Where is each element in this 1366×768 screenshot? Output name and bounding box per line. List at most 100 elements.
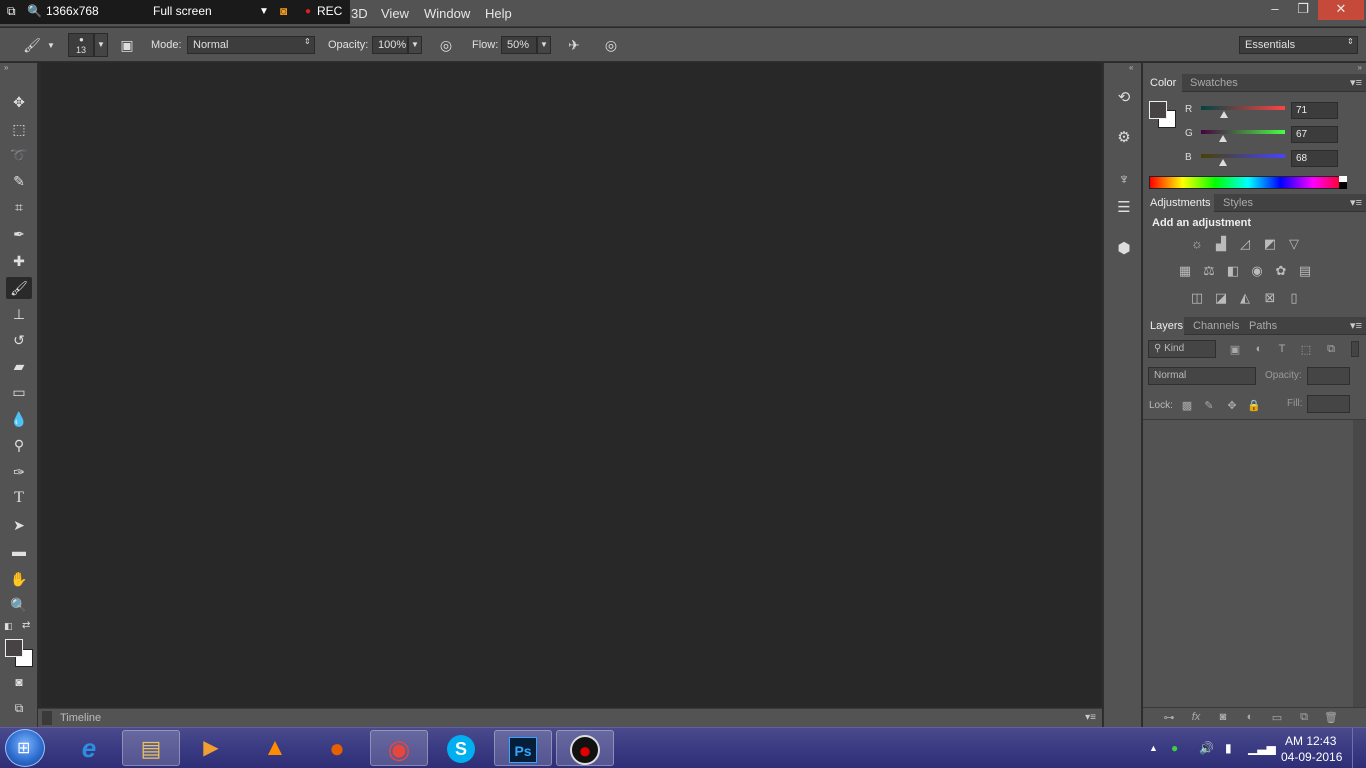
tab-adjustments[interactable]: Adjustments (1150, 197, 1211, 209)
hand-tool-icon[interactable]: ✋ (6, 568, 32, 590)
tab-styles[interactable]: Styles (1223, 197, 1253, 209)
channel-mixer-icon[interactable]: ✿ (1272, 263, 1290, 279)
dodge-tool-icon[interactable]: ⚲ (6, 434, 32, 456)
recorder-mode[interactable]: Full screen (153, 4, 212, 18)
posterize-icon[interactable]: ◪ (1212, 290, 1230, 306)
taskbar-file-explorer[interactable]: ▤ (122, 730, 180, 766)
new-group-icon[interactable]: ▭ (1269, 711, 1285, 724)
red-slider-track[interactable] (1201, 106, 1285, 110)
document-canvas-area[interactable] (41, 63, 1101, 707)
panel-menu-icon[interactable]: ▾≡ (1085, 712, 1096, 723)
panel-menu-icon[interactable]: ▾≡ (1350, 319, 1362, 332)
rec-label[interactable]: REC (317, 4, 342, 18)
brush-settings-icon[interactable]: ☰ (1113, 197, 1135, 219)
red-value-input[interactable]: 71 (1291, 102, 1338, 119)
new-adjustment-layer-icon[interactable]: ◐ (1242, 711, 1258, 723)
new-layer-icon[interactable]: ⧉ (1296, 711, 1312, 724)
brush-tool-icon[interactable]: 🖌 (6, 277, 32, 299)
filter-pixel-icon[interactable]: ▣ (1227, 343, 1243, 356)
collapse-panels-icon[interactable]: » (1358, 63, 1362, 72)
rectangle-tool-icon[interactable]: ▬ (6, 540, 32, 562)
menu-help[interactable]: Help (485, 6, 512, 21)
menu-view[interactable]: View (381, 6, 409, 21)
lock-transparent-icon[interactable]: ▩ (1179, 399, 1195, 412)
layer-filter-kind-select[interactable]: ⚲ Kind (1148, 340, 1216, 358)
green-slider-track[interactable] (1201, 130, 1285, 134)
tab-swatches[interactable]: Swatches (1190, 77, 1238, 89)
black-white-icon[interactable]: ◧ (1224, 263, 1242, 279)
filter-type-icon[interactable]: T (1274, 343, 1290, 355)
screen-mode-icon[interactable]: ⧉ (6, 697, 32, 719)
tab-paths[interactable]: Paths (1249, 320, 1277, 332)
eyedropper-tool-icon[interactable]: ✒ (6, 223, 32, 245)
link-layers-icon[interactable]: ⊶ (1161, 711, 1177, 724)
lasso-tool-icon[interactable]: ➰ (6, 144, 32, 166)
signal-icon[interactable]: ▁▃▅ (1248, 741, 1276, 755)
taskbar-internet-explorer[interactable]: e (60, 730, 118, 766)
taskbar-vlc[interactable]: ▲ (246, 730, 304, 766)
camera-icon[interactable]: ◙ (280, 4, 287, 18)
taskbar-media-player[interactable]: ▶ (182, 730, 240, 766)
curves-icon[interactable]: ◿ (1236, 236, 1254, 252)
taskbar-skype[interactable]: S (432, 730, 490, 766)
opacity-dropdown-arrow[interactable]: ▼ (408, 36, 422, 54)
layers-list[interactable] (1143, 420, 1353, 707)
type-tool-icon[interactable]: T (6, 487, 32, 509)
vibrance-icon[interactable]: ▽ (1285, 236, 1303, 252)
brightness-contrast-icon[interactable]: ☼ (1188, 236, 1206, 252)
clone-stamp-tool-icon[interactable]: ⊥ (6, 303, 32, 325)
clock-time[interactable]: AM 12:43 (1285, 734, 1336, 748)
taskbar-photoshop[interactable]: Ps (494, 730, 552, 766)
swap-colors-icon[interactable]: ⇄ (22, 620, 30, 631)
layer-fill-input[interactable] (1307, 395, 1350, 413)
flow-dropdown-arrow[interactable]: ▼ (537, 36, 551, 54)
power-icon[interactable]: ▮ (1225, 741, 1232, 755)
photo-filter-icon[interactable]: ◉ (1248, 263, 1266, 279)
filter-toggle-switch[interactable] (1351, 341, 1359, 357)
history-brush-tool-icon[interactable]: ↺ (6, 329, 32, 351)
panel-menu-icon[interactable]: ▾≡ (1350, 76, 1362, 89)
blur-tool-icon[interactable]: 💧 (6, 408, 32, 430)
lock-image-icon[interactable]: ✎ (1201, 399, 1217, 412)
taskbar-firefox[interactable]: ● (308, 730, 366, 766)
levels-icon[interactable]: ▟ (1212, 236, 1230, 252)
foreground-color-swatch[interactable] (5, 639, 23, 657)
move-tool-icon[interactable]: ✥ (6, 91, 32, 113)
start-button[interactable]: ⊞ (5, 729, 45, 767)
panel-menu-icon[interactable]: ▾≡ (1350, 196, 1362, 209)
filter-shape-icon[interactable]: ⬚ (1298, 343, 1314, 356)
delete-layer-icon[interactable]: 🗑 (1323, 711, 1339, 724)
brush-panel-icon[interactable]: ▣ (117, 36, 137, 54)
menu-window[interactable]: Window (424, 6, 470, 21)
spectrum-black-swatch[interactable] (1339, 182, 1347, 189)
red-slider-thumb[interactable] (1220, 111, 1228, 118)
blue-slider-track[interactable] (1201, 154, 1285, 158)
layers-scrollbar[interactable] (1353, 420, 1366, 707)
brush-preset-picker[interactable]: ● 13 (68, 33, 94, 57)
invert-icon[interactable]: ◫ (1188, 290, 1206, 306)
blue-slider-thumb[interactable] (1219, 159, 1227, 166)
tab-layers[interactable]: Layers (1150, 320, 1183, 332)
tab-color[interactable]: Color (1150, 77, 1176, 89)
airbrush-icon[interactable]: ✈ (564, 36, 584, 54)
marquee-tool-icon[interactable]: ⬚ (6, 118, 32, 140)
collapse-toolbar-icon[interactable]: » (4, 63, 8, 72)
show-hidden-icons-icon[interactable]: ▲ (1149, 743, 1158, 753)
opacity-input[interactable]: 100% (372, 36, 408, 54)
properties-icon[interactable]: ⚙ (1113, 127, 1135, 149)
filter-smart-object-icon[interactable]: ⧉ (1323, 343, 1339, 356)
hue-saturation-icon[interactable]: ▦ (1176, 263, 1194, 279)
selective-color-icon[interactable]: ⊠ (1261, 290, 1279, 306)
chevron-down-icon[interactable]: ▼ (259, 6, 269, 17)
default-colors-icon[interactable]: ◧ (4, 621, 13, 632)
layer-blend-mode-select[interactable]: Normal (1148, 367, 1256, 385)
pressure-size-icon[interactable]: ◎ (601, 36, 621, 54)
zoom-icon[interactable]: 🔍 (27, 4, 42, 18)
filter-adjustment-icon[interactable]: ◐ (1251, 343, 1267, 355)
exposure-icon[interactable]: ◩ (1261, 236, 1279, 252)
timeline-tab[interactable]: Timeline (60, 712, 101, 724)
restore-button[interactable]: ❐ (1289, 0, 1317, 20)
color-lookup-icon[interactable]: ▤ (1296, 263, 1314, 279)
healing-brush-tool-icon[interactable]: ✚ (6, 250, 32, 272)
brush-picker-arrow[interactable]: ▼ (94, 33, 108, 57)
